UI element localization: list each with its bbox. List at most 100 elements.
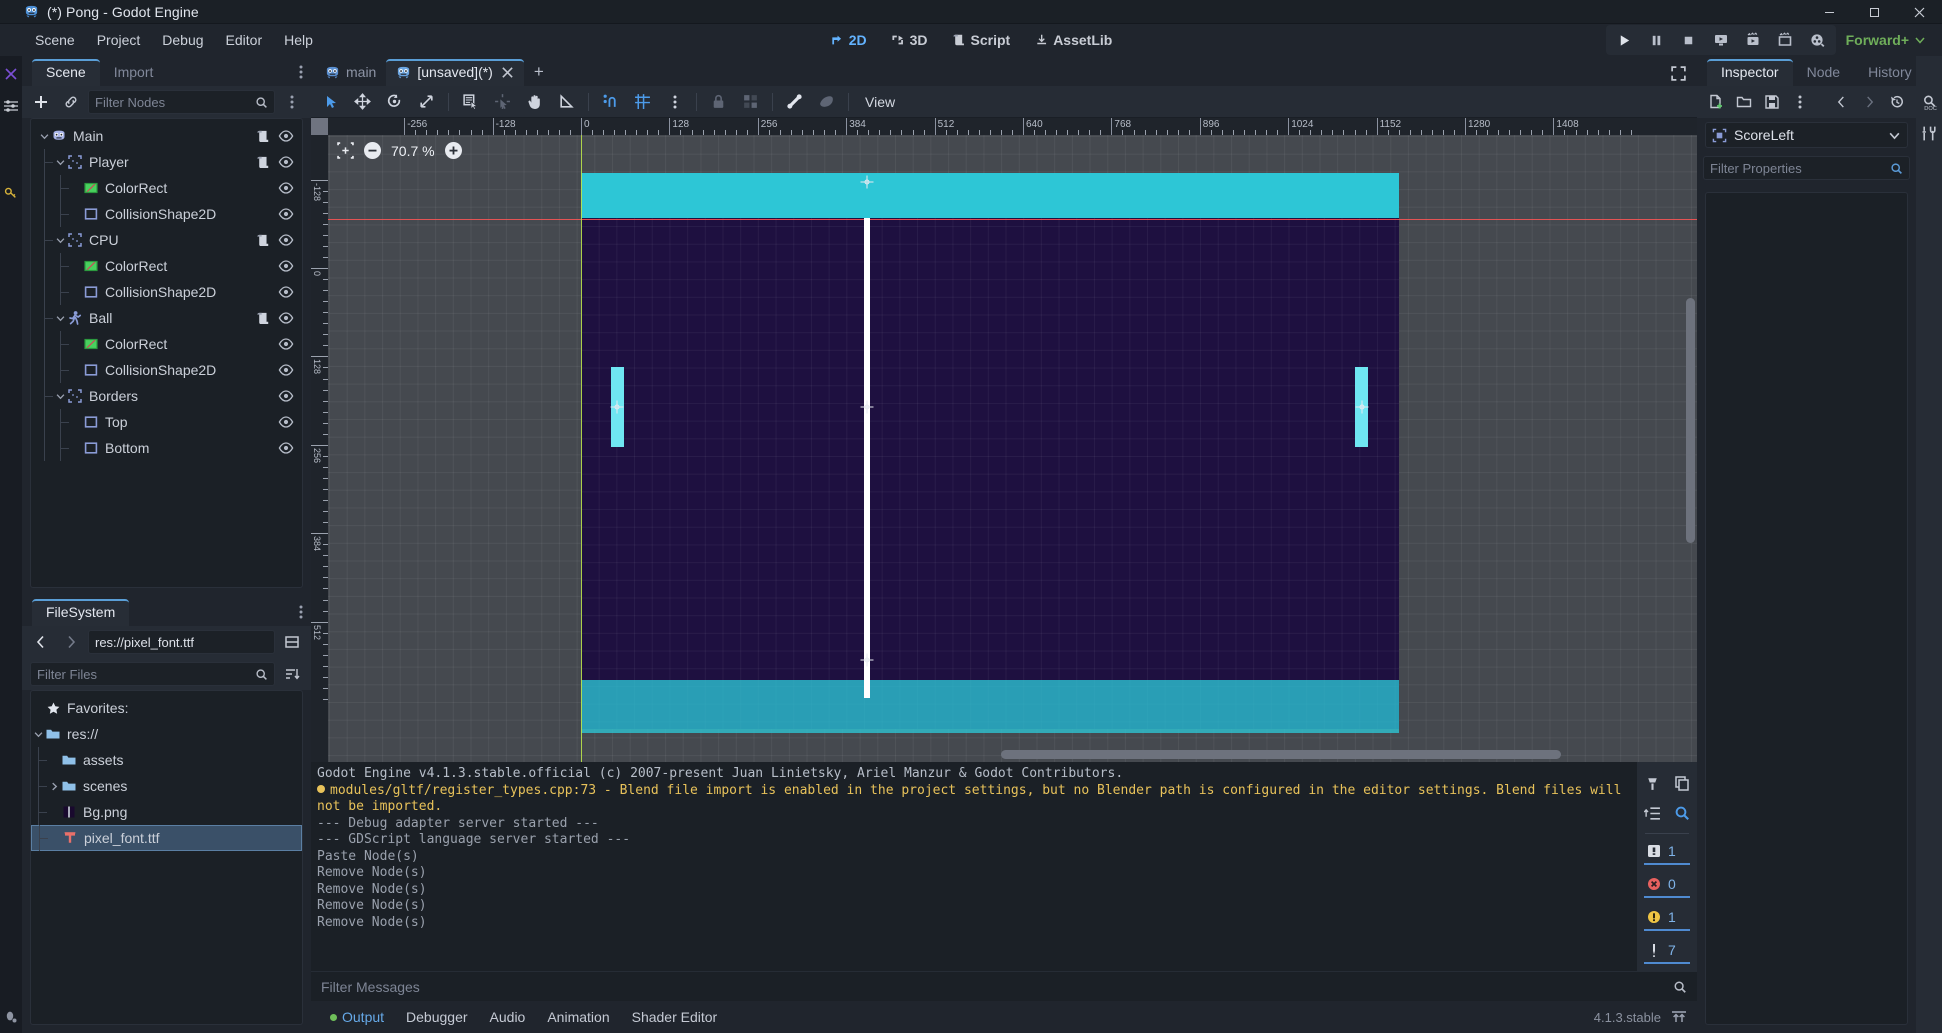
gizmo-cpu[interactable] [1355, 400, 1369, 414]
pause-button[interactable] [1642, 27, 1672, 53]
gizmo-bottom-band[interactable] [860, 653, 874, 667]
snap-options-button[interactable] [659, 89, 690, 115]
visibility-toggle-icon[interactable] [278, 362, 294, 378]
inspector-properties-area[interactable] [1705, 192, 1908, 1025]
tree-expand-arrow[interactable] [47, 782, 61, 791]
scene-tree-item-borders[interactable]: Borders [31, 383, 302, 409]
scene-tree-item-colorrect[interactable]: ColorRect [31, 175, 302, 201]
clear-output-button[interactable] [1637, 768, 1667, 798]
scene-tree-options-button[interactable] [279, 90, 305, 114]
canvas-viewport[interactable]: -256 -128 0 128 256 384 512 640 768 896 1024 1152 12… [311, 118, 1697, 762]
visibility-toggle-icon[interactable] [278, 128, 294, 144]
view-menu-button[interactable]: View [855, 90, 905, 114]
tab-import[interactable]: Import [100, 59, 168, 86]
menu-project[interactable]: Project [86, 28, 152, 52]
output-log[interactable]: Godot Engine v4.1.3.stable.official (c) … [311, 762, 1637, 971]
scene-tree-item-bottom[interactable]: Bottom [31, 435, 302, 461]
visibility-toggle-icon[interactable] [278, 180, 294, 196]
fs-back-button[interactable] [28, 630, 54, 654]
scene-tab-unsaved[interactable]: [unsaved](*) [386, 59, 524, 86]
gizmo-player[interactable] [610, 400, 624, 414]
warning-count-button[interactable]: 1 [1644, 905, 1690, 931]
visibility-toggle-icon[interactable] [278, 284, 294, 300]
add-node-button[interactable] [28, 90, 54, 114]
tree-expand-arrow[interactable] [53, 158, 67, 167]
add-scene-tab-button[interactable]: + [524, 58, 554, 86]
zoom-in-button[interactable] [444, 142, 462, 159]
paint-icon[interactable] [811, 89, 842, 115]
tree-expand-arrow[interactable] [31, 730, 45, 739]
select-mode-button[interactable] [315, 89, 346, 115]
editor-count-button[interactable]: 7 [1644, 938, 1690, 964]
bottom-tab-shader-editor[interactable]: Shader Editor [623, 1005, 727, 1029]
fs-path-field[interactable]: res://pixel_font.ttf [88, 630, 275, 654]
open-docs-icon[interactable]: DOC [1921, 94, 1938, 111]
resource-menu-button[interactable] [1787, 90, 1813, 114]
bottom-tab-animation[interactable]: Animation [538, 1005, 618, 1029]
rail-footprint-icon[interactable] [3, 1009, 19, 1025]
play-custom-scene-button[interactable] [1738, 27, 1768, 53]
filter-nodes-input[interactable]: Filter Nodes [88, 90, 275, 114]
tab-assetlib[interactable]: AssetLib [1024, 28, 1122, 52]
scene-dock-menu-icon[interactable] [299, 64, 303, 80]
group-icon[interactable] [735, 89, 766, 115]
rail-key-icon[interactable] [4, 186, 18, 200]
filesystem-item-assets[interactable]: assets [31, 747, 302, 773]
expand-bottom-panel-icon[interactable] [1671, 1009, 1687, 1025]
filesystem-item-pixel-font-ttf[interactable]: pixel_font.ttf [31, 825, 302, 851]
log-count-button[interactable]: 1 [1644, 839, 1690, 865]
chevron-down-icon[interactable] [1888, 129, 1901, 142]
bone-icon[interactable] [779, 89, 810, 115]
scene-tree-item-top[interactable]: Top [31, 409, 302, 435]
menu-debug[interactable]: Debug [151, 28, 214, 52]
new-resource-button[interactable] [1703, 90, 1729, 114]
menu-scene[interactable]: Scene [24, 28, 86, 52]
visibility-toggle-icon[interactable] [278, 206, 294, 222]
viewport-vertical-scrollbar[interactable] [1686, 298, 1695, 543]
ruler-corner[interactable] [311, 118, 328, 135]
tab-script[interactable]: Script [942, 28, 1021, 52]
attached-script-icon[interactable] [255, 311, 270, 326]
rail-sliders-icon[interactable] [3, 98, 19, 114]
load-resource-button[interactable] [1731, 90, 1757, 114]
close-button[interactable] [1897, 0, 1942, 24]
play-button[interactable] [1610, 27, 1640, 53]
history-back-button[interactable] [1828, 90, 1854, 114]
minimize-button[interactable] [1807, 0, 1852, 24]
attached-script-icon[interactable] [255, 233, 270, 248]
lock-icon[interactable] [703, 89, 734, 115]
search-output-button[interactable] [1667, 798, 1697, 828]
tab-3d[interactable]: 3D [881, 28, 938, 52]
attached-script-icon[interactable] [255, 129, 270, 144]
tree-expand-arrow[interactable] [53, 392, 67, 401]
filesystem-item-res-[interactable]: res:// [31, 721, 302, 747]
bottom-tab-audio[interactable]: Audio [481, 1005, 535, 1029]
scene-tree-item-player[interactable]: Player [31, 149, 302, 175]
inspected-object-selector[interactable]: ScoreLeft [1705, 122, 1908, 148]
film-reel-button[interactable] [1802, 27, 1832, 53]
center-view-icon[interactable] [337, 142, 354, 159]
tab-2d[interactable]: 2D [820, 28, 877, 52]
scene-tab-main[interactable]: main [315, 59, 386, 86]
gizmo-top-band[interactable] [860, 175, 874, 189]
visibility-toggle-icon[interactable] [278, 154, 294, 170]
instantiate-scene-button[interactable] [58, 90, 84, 114]
tab-node[interactable]: Node [1793, 59, 1854, 86]
filter-files-input[interactable]: Filter Files [30, 662, 275, 686]
bottom-tab-debugger[interactable]: Debugger [397, 1005, 477, 1029]
bottom-tab-output[interactable]: Output [321, 1005, 393, 1029]
filesystem-dock-menu-icon[interactable] [299, 604, 303, 620]
error-count-button[interactable]: 0 [1644, 872, 1690, 898]
renderer-selector[interactable]: Forward+ [1838, 29, 1934, 51]
filter-properties-input[interactable]: Filter Properties [1703, 156, 1910, 180]
tab-inspector[interactable]: Inspector [1707, 59, 1793, 86]
scene-tree-item-collisionshape2d[interactable]: CollisionShape2D [31, 279, 302, 305]
menu-help[interactable]: Help [273, 28, 324, 52]
tree-expand-arrow[interactable] [53, 236, 67, 245]
stop-button[interactable] [1674, 27, 1704, 53]
visibility-toggle-icon[interactable] [278, 310, 294, 326]
scene-tree-item-collisionshape2d[interactable]: CollisionShape2D [31, 357, 302, 383]
gizmo-ball[interactable] [860, 400, 874, 414]
menu-editor[interactable]: Editor [215, 28, 274, 52]
save-resource-button[interactable] [1759, 90, 1785, 114]
